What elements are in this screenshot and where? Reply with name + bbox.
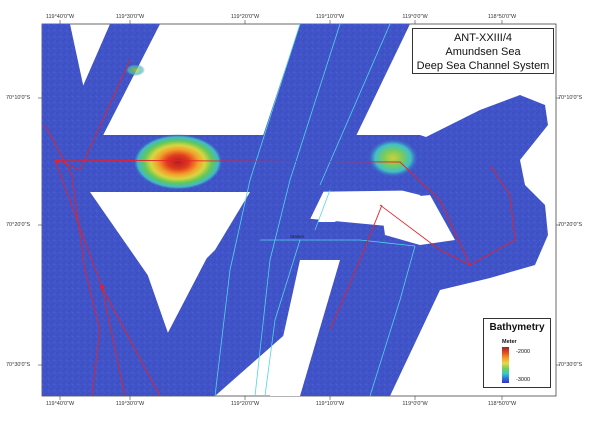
tick-label-top-2: 119°30'0"W: [115, 14, 145, 20]
legend-title: Bathymetry: [489, 322, 545, 333]
tick-label-bottom-2: 119°30'0"W: [115, 401, 145, 407]
tick-label-right-2: 70°20'0"S: [558, 222, 583, 228]
station-marker-west: [54, 158, 60, 164]
bathymetry-map: Station 119°40'0"W 119°30'0"W 119°20'0"W…: [0, 0, 600, 425]
bathymetry-legend: Bathymetry Meter -2000 -3000: [483, 318, 551, 388]
seamount-red: [133, 134, 223, 190]
legend-max-label: -2000: [516, 349, 531, 355]
station-label: Station: [290, 234, 305, 239]
seamount-green: [367, 138, 419, 178]
tick-label-bottom-3: 119°20'0"W: [230, 401, 260, 407]
tick-label-top-6: 118°50'0"W: [487, 14, 517, 20]
tick-label-bottom-6: 118°50'0"W: [487, 401, 517, 407]
legend-color-bar: [502, 347, 509, 383]
tick-label-top-1: 119°40'0"W: [45, 14, 75, 20]
tick-label-left-2: 70°20'0"S: [6, 222, 31, 228]
legend-min-label: -3000: [516, 377, 531, 383]
tick-label-right-1: 70°10'0"S: [558, 95, 583, 101]
tick-label-left-3: 70°30'0"S: [6, 362, 31, 368]
tick-label-bottom-5: 119°0'0"W: [402, 401, 428, 407]
tick-label-top-4: 119°10'0"W: [315, 14, 345, 20]
title-cruise: ANT-XXIII/4: [453, 32, 513, 44]
tick-label-bottom-1: 119°40'0"W: [45, 401, 75, 407]
station-marker-south: [99, 284, 105, 290]
tick-label-left-1: 70°10'0"S: [6, 95, 31, 101]
title-region: Amundsen Sea: [445, 46, 521, 58]
title-feature: Deep Sea Channel System: [416, 60, 550, 72]
tick-label-top-3: 119°20'0"W: [230, 14, 260, 20]
tick-label-right-3: 70°30'0"S: [558, 362, 583, 368]
tick-label-bottom-4: 119°10'0"W: [315, 401, 345, 407]
tick-label-top-5: 119°0'0"W: [402, 14, 428, 20]
map-title-box: ANT-XXIII/4 Amundsen Sea Deep Sea Channe…: [412, 28, 554, 74]
legend-unit: Meter: [502, 339, 517, 345]
